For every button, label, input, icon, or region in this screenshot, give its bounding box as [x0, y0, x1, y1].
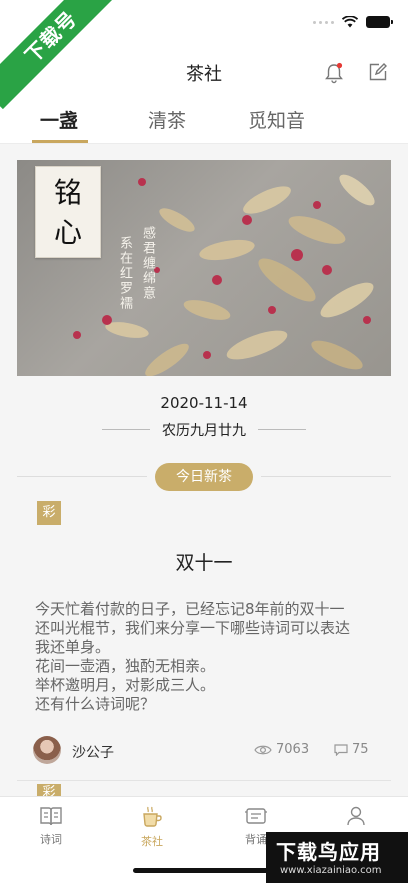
- post-divider: [17, 780, 391, 781]
- next-post-tag: 彩: [37, 784, 61, 796]
- watermark-bottom-title: 下载鸟应用: [276, 840, 381, 864]
- eye-icon: [254, 745, 272, 754]
- tab-bar-label: 茶社: [141, 835, 163, 848]
- post-tag: 彩: [37, 501, 61, 525]
- section-badge: 今日新茶: [155, 463, 253, 491]
- poem-line-1: 感君缠绵意: [140, 226, 155, 301]
- post-body-line: 我还单身。: [35, 638, 111, 656]
- post-title[interactable]: 双十一: [0, 548, 408, 575]
- active-tab-indicator: [32, 140, 88, 143]
- bell-icon[interactable]: [324, 62, 344, 84]
- edit-icon[interactable]: [368, 62, 388, 82]
- hero-poem: 感君缠绵意 系在红罗襦: [115, 226, 157, 311]
- hero-seal: 铭 心: [35, 166, 101, 258]
- comments-stat[interactable]: 75: [334, 742, 369, 757]
- hero-image[interactable]: 铭 心 感君缠绵意 系在红罗襦: [17, 160, 391, 376]
- book-icon: [40, 807, 62, 826]
- solar-date: 2020-11-14: [160, 394, 248, 412]
- tab-bar-item-shici[interactable]: 诗词: [21, 805, 81, 847]
- watermark-bottom: 下载鸟应用 www.xiazainiao.com: [266, 832, 408, 883]
- seal-char-1: 铭: [53, 176, 82, 209]
- tab-bar-label: 诗词: [40, 833, 62, 846]
- watermark-corner-label: 下载号: [0, 0, 118, 110]
- comments-count: 75: [352, 742, 369, 757]
- lunar-date-row: 农历九月廿九: [0, 420, 408, 440]
- views-count: 7063: [276, 742, 310, 757]
- signal-dots-icon: [313, 20, 334, 24]
- section-divider-left: [17, 476, 147, 477]
- comment-icon: [334, 743, 348, 756]
- scroll-icon: [245, 808, 267, 824]
- tab-bar-item-chashe[interactable]: 茶社: [122, 805, 182, 849]
- notification-badge: [336, 62, 343, 69]
- post-body-line: 还叫光棍节，我们来分享一下哪些诗词可以表达: [35, 619, 351, 637]
- ornament-right: [258, 429, 306, 430]
- seal-char-2: 心: [53, 216, 82, 249]
- post-body[interactable]: 今天忙着付款的日子，已经忘记8年前的双十一 还叫光棍节，我们来分享一下哪些诗词可…: [35, 600, 375, 714]
- status-icons: [313, 16, 393, 28]
- wifi-icon: [342, 16, 358, 28]
- lunar-date: 农历九月廿九: [162, 423, 246, 439]
- poem-line-2: 系在红罗襦: [117, 236, 132, 311]
- user-icon: [347, 806, 365, 826]
- post-body-line: 花间一壶酒，独酌无相亲。: [35, 657, 216, 675]
- tab-qingcha[interactable]: 清茶: [148, 106, 186, 133]
- battery-icon: [366, 16, 393, 28]
- post-body-line: 今天忙着付款的日子，已经忘记8年前的双十一: [35, 600, 345, 618]
- tab-mizhiyin[interactable]: 觅知音: [248, 106, 305, 133]
- section-divider-right: [261, 476, 391, 477]
- post-body-line: 还有什么诗词呢？: [35, 695, 156, 713]
- home-indicator: [133, 868, 275, 873]
- post-body-line: 举杯邀明月，对影成三人。: [35, 676, 216, 694]
- author-name[interactable]: 沙公子: [72, 742, 114, 762]
- watermark-bottom-url: www.xiazainiao.com: [280, 865, 382, 876]
- views-stat: 7063: [254, 742, 309, 757]
- avatar[interactable]: [33, 736, 61, 764]
- tea-cup-icon: [143, 806, 162, 827]
- watermark-corner: 下载号: [0, 0, 118, 118]
